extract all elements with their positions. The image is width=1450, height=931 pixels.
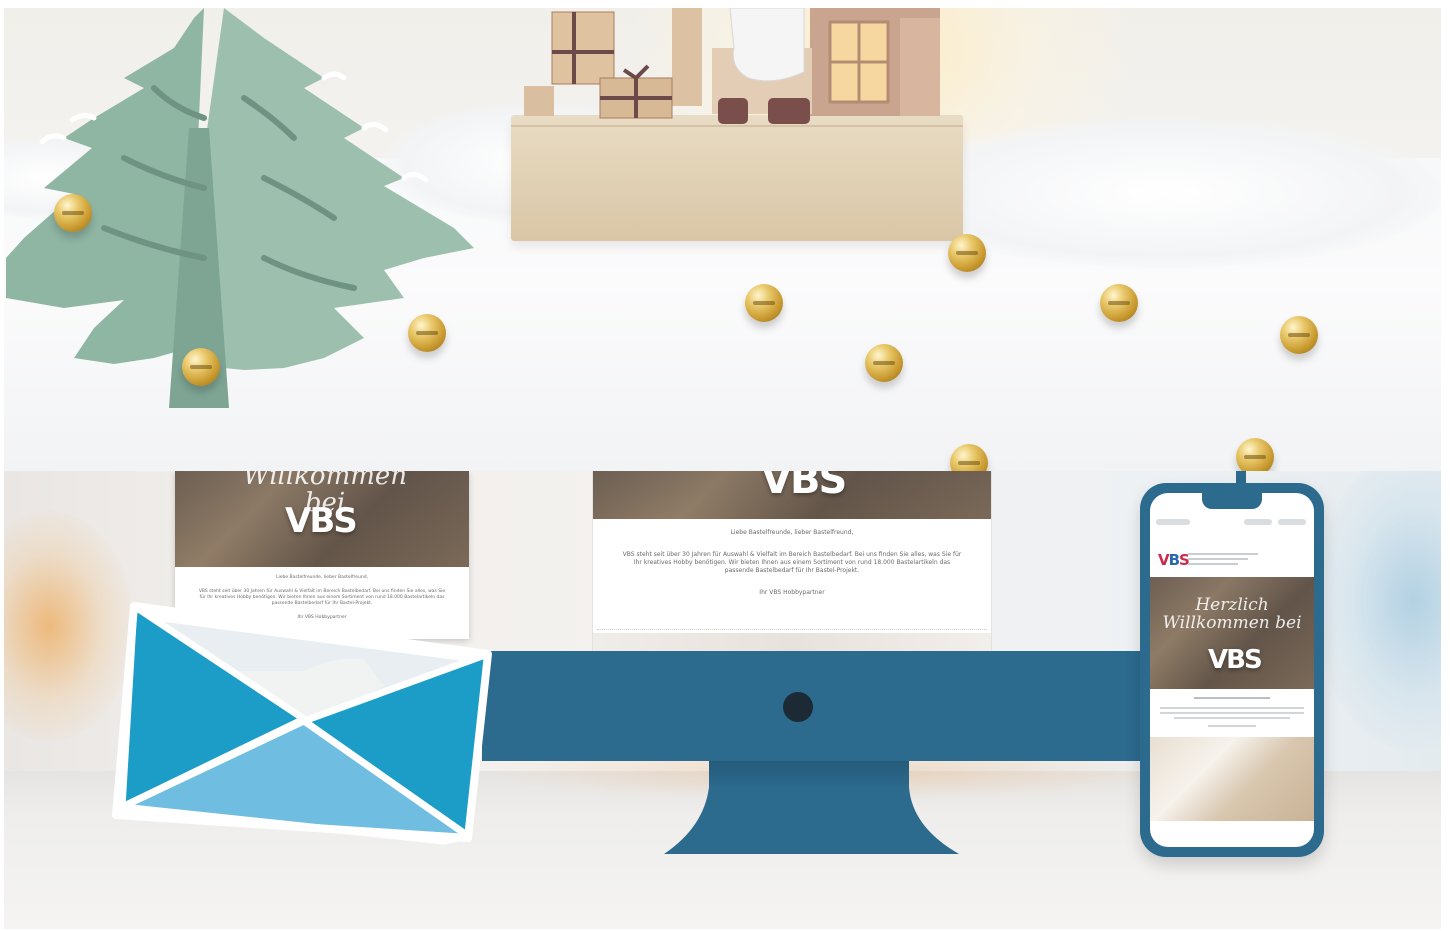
vbs-logo: VBS — [1158, 551, 1190, 569]
phone-notch — [1202, 493, 1262, 509]
golden-bell — [1236, 438, 1274, 471]
golden-bell — [865, 344, 903, 382]
status-bar — [1244, 519, 1272, 525]
christmas-decoration-illustration — [6, 8, 940, 408]
text-line — [1208, 725, 1256, 727]
golden-bell — [182, 348, 220, 386]
text-line — [1174, 717, 1290, 719]
golden-bell — [948, 234, 986, 272]
golden-bell — [1280, 316, 1318, 354]
golden-bell — [1100, 284, 1138, 322]
christmas-banner[interactable] — [4, 8, 1441, 471]
text-line — [1160, 707, 1304, 709]
gnome-figure — [712, 8, 812, 124]
golden-bell — [408, 314, 446, 352]
newsletter-brand: VBS — [1208, 645, 1263, 675]
text-line — [1160, 712, 1304, 714]
status-bar — [1278, 519, 1306, 525]
smartphone-icon: VBS Herzlich Willkommen bei VBS — [1140, 483, 1324, 857]
newsletter-photo — [1150, 737, 1314, 821]
newsletter-hero-image: Herzlich Willkommen bei VBS — [1150, 577, 1314, 689]
gift-boxes — [524, 11, 673, 119]
text-line — [1194, 697, 1270, 699]
golden-bell — [745, 284, 783, 322]
newsletter-banner[interactable]: VBS Liebe Bastelfreunde, lieber Bastelfr… — [4, 471, 1441, 929]
newsletter-headline: Herzlich Willkommen bei — [1162, 595, 1302, 633]
status-bar — [1156, 519, 1190, 525]
mobile-newsletter-preview: VBS Herzlich Willkommen bei VBS — [1150, 493, 1314, 847]
golden-bell — [54, 194, 92, 232]
